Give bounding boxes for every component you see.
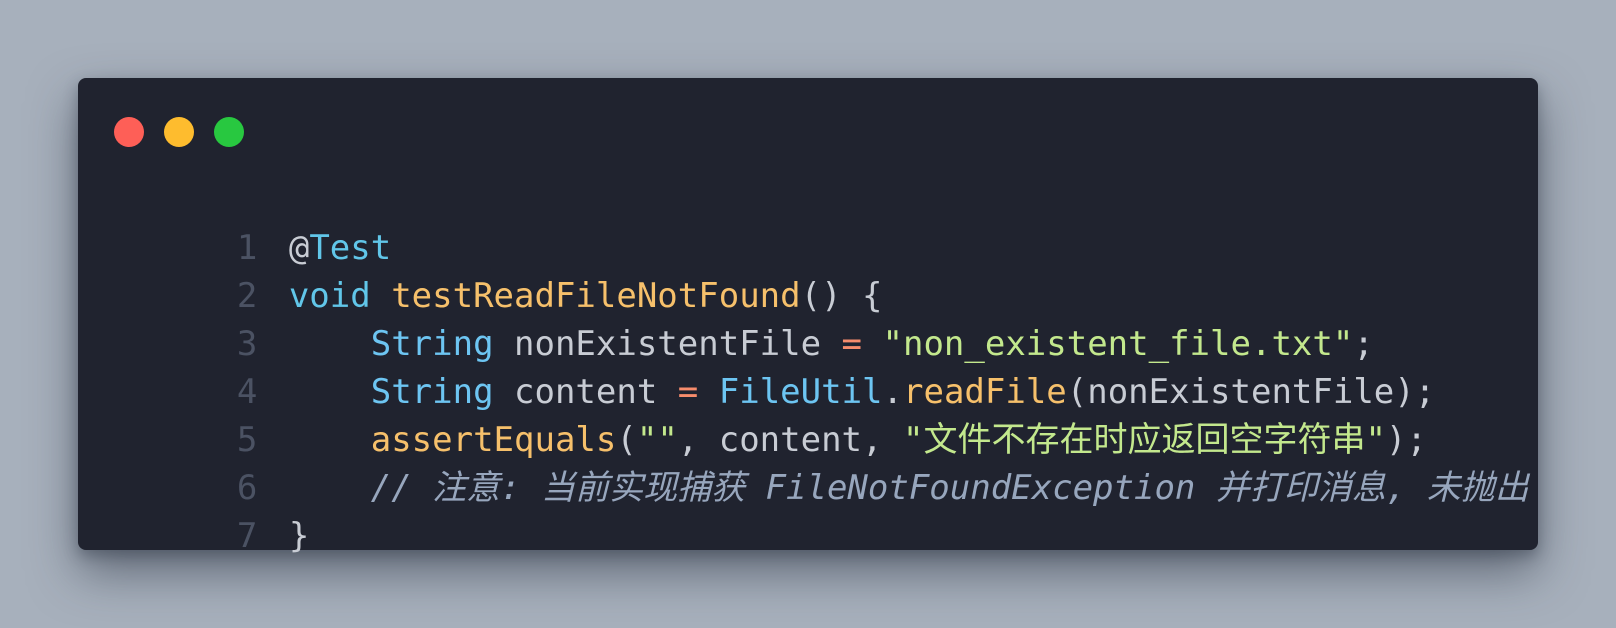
minimize-dot-icon[interactable]: [164, 117, 194, 147]
code-line: 1 @Test: [114, 176, 1518, 268]
code-line: 2 void testReadFileNotFound() {: [114, 224, 1518, 316]
code-line: 4 String content = FileUtil.readFile(non…: [114, 320, 1518, 412]
close-dot-icon[interactable]: [114, 117, 144, 147]
code-window: 1 @Test 2 void testReadFileNotFound() { 3 …: [78, 78, 1538, 556]
maximize-dot-icon[interactable]: [214, 117, 244, 147]
code-line: 6 // 注意: 当前实现捕获 FileNotFoundException 并打…: [114, 416, 1529, 508]
closing-brace: }: [288, 516, 310, 556]
code-block: 1 @Test 2 void testReadFileNotFound() { 3 …: [114, 176, 1529, 556]
code-line: 7}: [114, 464, 1518, 556]
code-line: 5 assertEquals("", content, "文件不存在时应返回空字…: [114, 368, 1518, 460]
line-number: 7: [236, 516, 258, 556]
code-line: 3 String nonExistentFile = "non_existent…: [114, 272, 1518, 364]
